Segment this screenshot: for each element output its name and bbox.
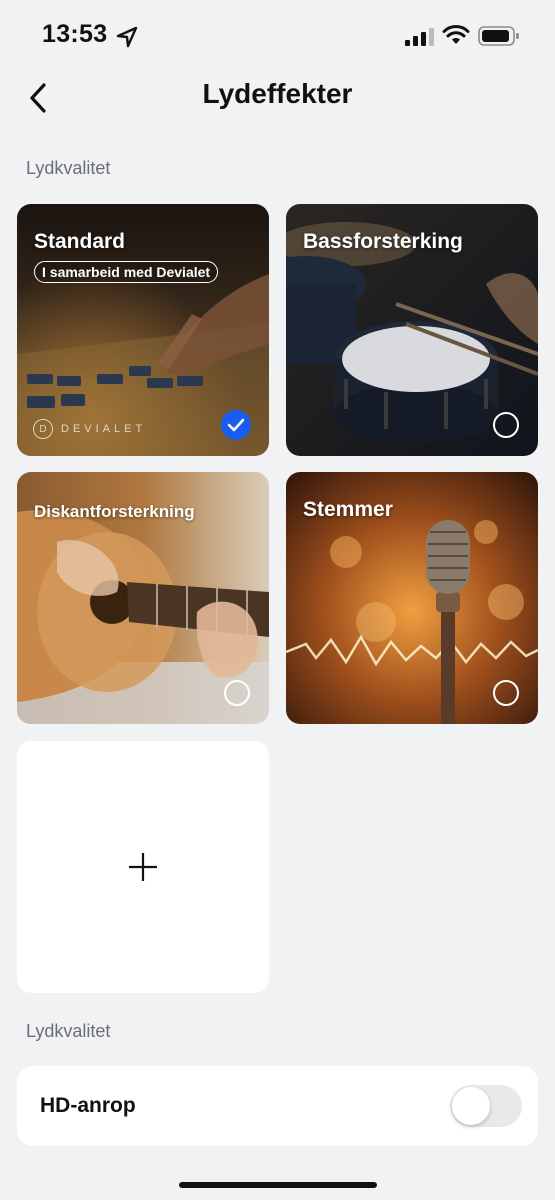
selected-check-icon[interactable] <box>221 410 251 440</box>
effect-card-treble[interactable]: Diskantforsterkning <box>17 472 269 724</box>
status-bar: 13:53 <box>0 0 555 72</box>
plus-icon <box>129 853 157 881</box>
status-time: 13:53 <box>42 20 108 48</box>
signal-icon <box>405 28 434 46</box>
effect-title: Stemmer <box>303 498 393 521</box>
wifi-icon <box>442 25 470 44</box>
location-icon <box>116 26 138 48</box>
effect-card-standard[interactable]: Standard I samarbeid med Devialet D DEVI… <box>17 204 269 456</box>
add-effect-button[interactable] <box>17 741 269 993</box>
devialet-mark: D <box>33 419 53 439</box>
effect-card-voices[interactable]: Stemmer <box>286 472 538 724</box>
hd-call-label: HD-anrop <box>40 1094 136 1117</box>
toggle-knob <box>452 1087 490 1125</box>
hd-call-row: HD-anrop <box>17 1066 538 1146</box>
devialet-badge: I samarbeid med Devialet <box>34 261 219 283</box>
effect-title: Bassforsterking <box>303 230 463 253</box>
effect-card-bass[interactable]: Bassforsterking <box>286 204 538 456</box>
select-radio[interactable] <box>493 680 519 706</box>
devialet-logo: D DEVIALET <box>33 419 146 439</box>
battery-icon <box>478 26 519 46</box>
devialet-wordmark: DEVIALET <box>61 423 147 435</box>
checkmark-icon <box>227 418 245 432</box>
home-indicator <box>179 1182 377 1188</box>
page-title: Lydeffekter <box>202 78 353 109</box>
section-label-calls: Lydkvalitet <box>26 1021 111 1041</box>
effect-title: Standard <box>34 230 126 253</box>
hd-call-toggle[interactable] <box>450 1085 522 1127</box>
sound-effects-screen: 13:53 Lydeffekter Lydkvalitet Standard I… <box>0 0 555 1200</box>
section-label-quality: Lydkvalitet <box>26 158 111 178</box>
select-radio[interactable] <box>224 680 250 706</box>
effect-title: Diskantforsterkning <box>34 502 195 521</box>
select-radio[interactable] <box>493 412 519 438</box>
